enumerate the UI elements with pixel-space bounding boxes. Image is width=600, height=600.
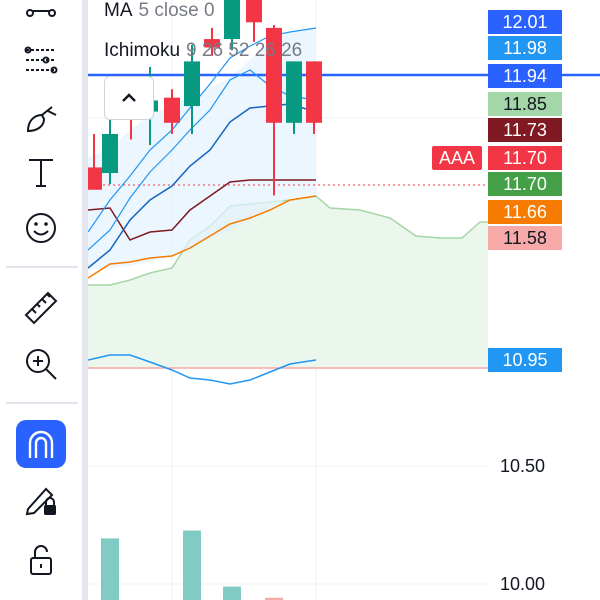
ma-legend-row[interactable]: MA 5 close 0 [104,0,215,22]
magnet-icon[interactable] [16,420,66,468]
symbol-tag: AAA [432,146,482,170]
ichimoku-legend-row[interactable]: Ichimoku 9 26 52 26 26 [104,40,302,62]
price-tag: 11.94 [488,64,562,88]
price-chart[interactable] [88,0,600,600]
ichimoku-legend-name: Ichimoku [104,40,181,61]
volume-bar [101,538,119,600]
candle-down [164,97,180,123]
candle-up [184,61,200,107]
brush-icon[interactable] [16,94,66,142]
unlock-icon[interactable] [16,536,66,584]
price-tag: 11.98 [488,36,562,60]
drawing-toolbar [0,0,82,600]
emoji-icon[interactable] [16,204,66,252]
volume-group [101,530,283,600]
price-axis-label: 10.50 [500,456,546,476]
zoom-in-icon[interactable] [16,340,66,388]
toolbar-divider [6,266,78,268]
candle-down [246,0,262,23]
volume-bar [223,586,241,600]
price-tag: 11.70 [488,146,562,170]
price-tag: 12.01 [488,10,562,34]
candle-down [88,167,102,190]
price-tag: 11.85 [488,92,562,116]
trend-line-icon[interactable] [16,0,66,30]
collapse-legend-button[interactable] [104,76,154,120]
ma-legend-name: MA [104,0,133,21]
ruler-icon[interactable] [16,284,66,332]
price-axis-label: 10.00 [500,574,546,594]
price-tag: 10.95 [488,348,562,372]
fib-retracement-icon[interactable] [16,36,66,84]
toolbar-divider [6,402,78,404]
price-tag: 11.70 [488,172,562,196]
candle-up [286,61,302,123]
ma-legend-params: 5 close 0 [138,0,215,21]
price-tag: 11.58 [488,226,562,250]
lock-drawing-icon[interactable] [16,476,66,524]
candle-down [306,61,322,123]
candle-up [224,0,240,40]
text-tool-icon[interactable] [16,148,66,196]
price-tag: 11.66 [488,200,562,224]
chevron-up-icon [122,93,136,102]
ichimoku-legend-params: 9 26 52 26 26 [186,40,303,61]
candle-up [102,133,118,174]
volume-bar [183,530,201,600]
price-tag: 11.73 [488,118,562,142]
